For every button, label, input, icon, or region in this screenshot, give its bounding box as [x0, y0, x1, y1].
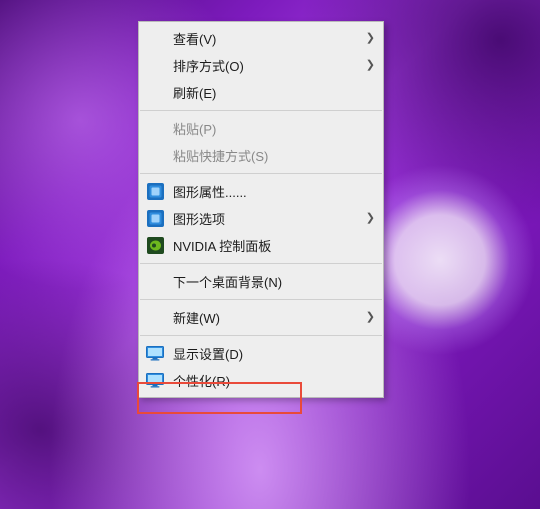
menu-item-label: 查看(V): [173, 29, 365, 48]
menu-item-label: 刷新(E): [173, 83, 375, 102]
menu-item-gfx-options[interactable]: 图形选项❯: [139, 205, 383, 232]
menu-item-label: 粘贴(P): [173, 119, 375, 138]
menu-item-new[interactable]: 新建(W)❯: [139, 304, 383, 331]
menu-separator: [140, 263, 382, 264]
menu-item-refresh[interactable]: 刷新(E): [139, 79, 383, 106]
blank-icon: [145, 83, 165, 103]
chevron-right-icon: ❯: [365, 33, 375, 44]
chevron-right-icon: ❯: [365, 60, 375, 71]
menu-item-label: 显示设置(D): [173, 344, 375, 363]
blank-icon: [145, 308, 165, 328]
menu-separator: [140, 173, 382, 174]
intel-icon: [145, 182, 165, 202]
menu-item-gfx-props[interactable]: 图形属性......: [139, 178, 383, 205]
chevron-right-icon: ❯: [365, 213, 375, 224]
menu-item-personalize[interactable]: 个性化(R): [139, 367, 383, 394]
menu-separator: [140, 299, 382, 300]
menu-item-label: 图形选项: [173, 209, 365, 228]
menu-item-label: 下一个桌面背景(N): [173, 272, 375, 291]
monitor-icon: [145, 344, 165, 364]
menu-item-label: 粘贴快捷方式(S): [173, 146, 375, 165]
menu-item-next-bg[interactable]: 下一个桌面背景(N): [139, 268, 383, 295]
nvidia-icon: [145, 236, 165, 256]
blank-icon: [145, 146, 165, 166]
menu-item-label: NVIDIA 控制面板: [173, 236, 375, 255]
menu-item-label: 个性化(R): [173, 371, 375, 390]
monitor-icon: [145, 371, 165, 391]
blank-icon: [145, 29, 165, 49]
menu-separator: [140, 110, 382, 111]
menu-item-label: 新建(W): [173, 308, 365, 327]
menu-item-paste: 粘贴(P): [139, 115, 383, 142]
menu-item-nvidia-panel[interactable]: NVIDIA 控制面板: [139, 232, 383, 259]
menu-item-display-settings[interactable]: 显示设置(D): [139, 340, 383, 367]
menu-item-label: 排序方式(O): [173, 56, 365, 75]
menu-item-view[interactable]: 查看(V)❯: [139, 25, 383, 52]
menu-item-label: 图形属性......: [173, 182, 375, 201]
desktop-context-menu[interactable]: 查看(V)❯排序方式(O)❯刷新(E)粘贴(P)粘贴快捷方式(S)图形属性...…: [138, 21, 384, 398]
blank-icon: [145, 272, 165, 292]
menu-item-sort[interactable]: 排序方式(O)❯: [139, 52, 383, 79]
blank-icon: [145, 56, 165, 76]
blank-icon: [145, 119, 165, 139]
intel-icon: [145, 209, 165, 229]
menu-separator: [140, 335, 382, 336]
menu-item-paste-shortcut: 粘贴快捷方式(S): [139, 142, 383, 169]
chevron-right-icon: ❯: [365, 312, 375, 323]
